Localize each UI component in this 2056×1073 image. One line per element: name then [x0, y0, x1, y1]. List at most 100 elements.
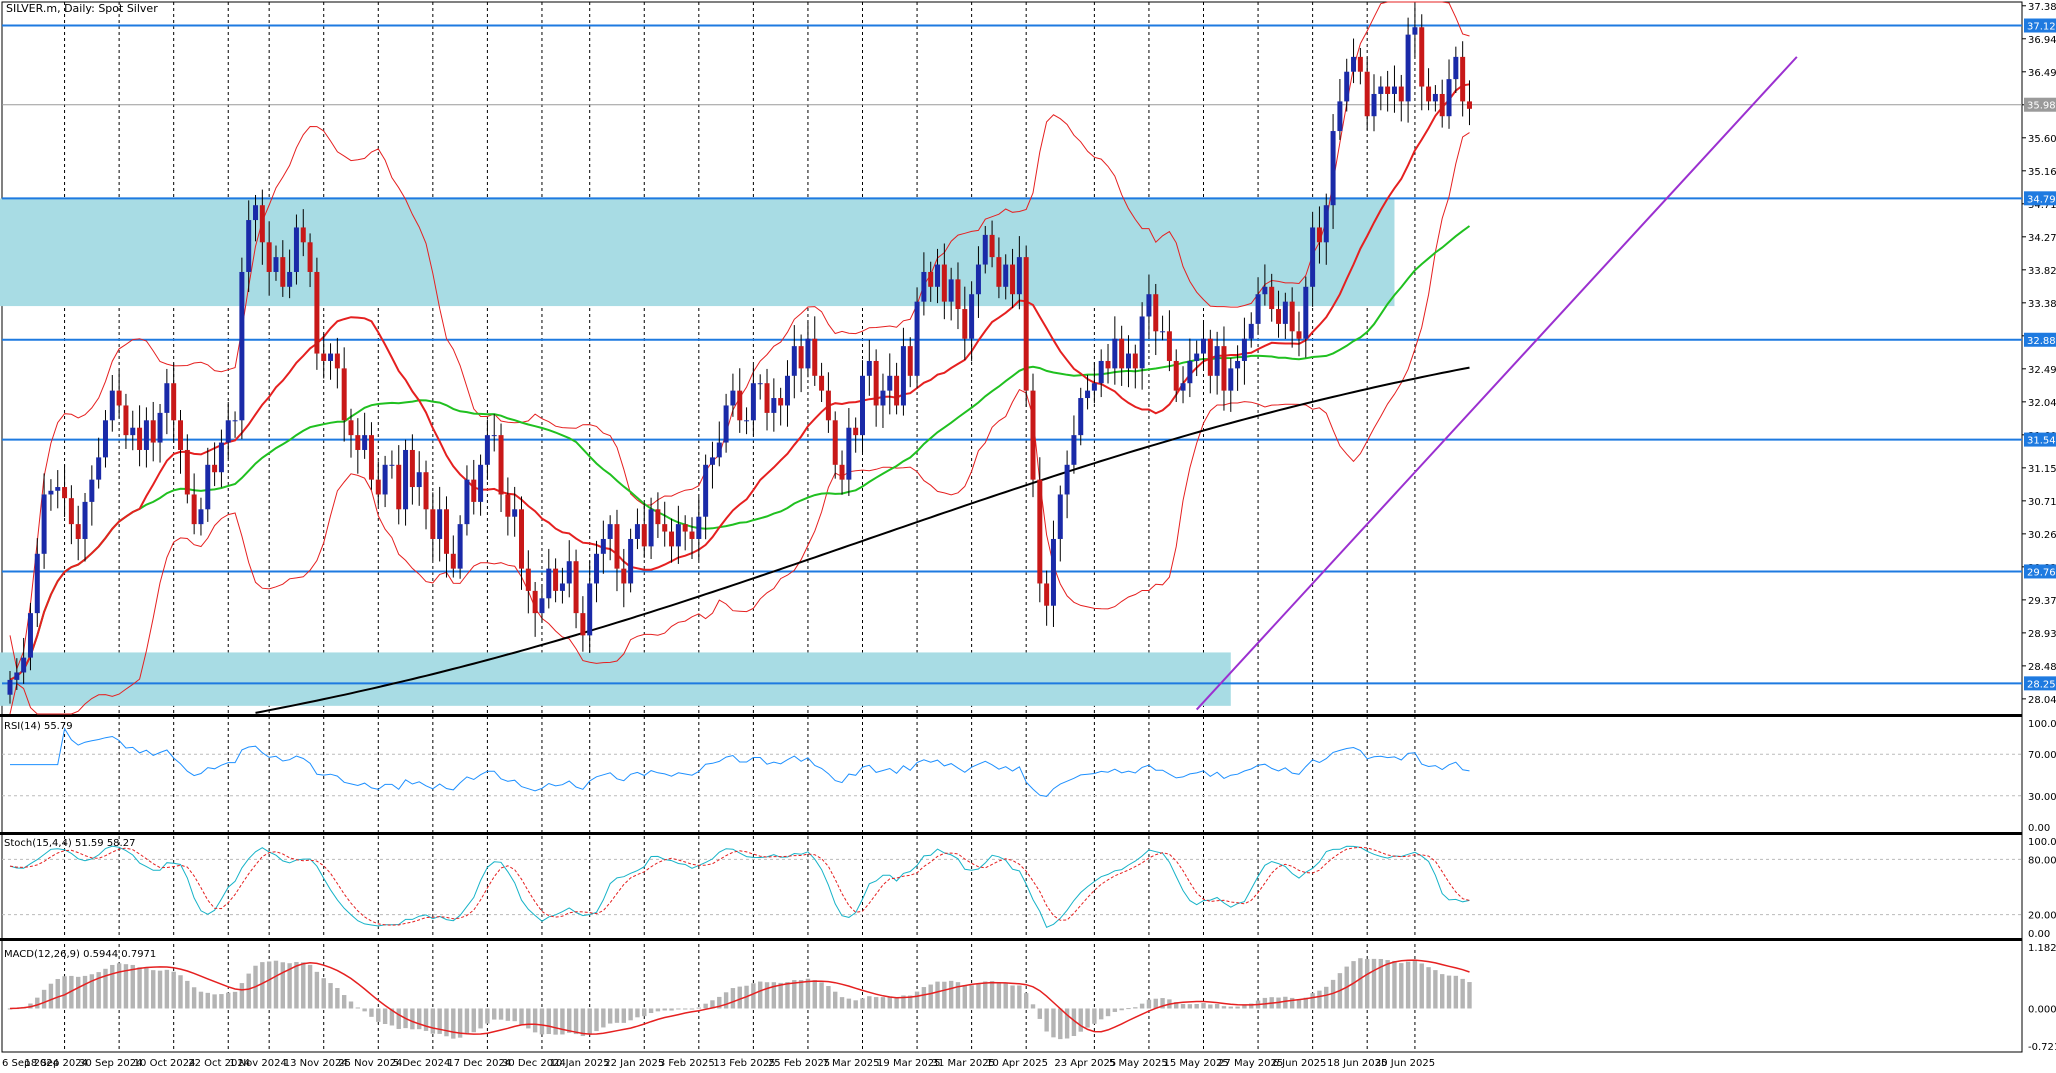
candle-body — [853, 427, 859, 436]
macd-histogram-bar — [471, 1008, 476, 1033]
candle — [130, 410, 136, 451]
candle-body — [253, 205, 259, 221]
macd-histogram-bar — [662, 1008, 667, 1011]
candle-body — [143, 420, 149, 450]
candle-body — [607, 524, 613, 539]
macd-histogram-bar — [894, 997, 899, 1009]
candle — [709, 441, 715, 489]
candle-body — [109, 390, 115, 421]
candle — [341, 347, 347, 442]
macd-panel: 1.1828 0.0000 -0.7218 — [7, 943, 2056, 1053]
candle — [191, 473, 197, 535]
osc-tick-label: 70.00 — [2028, 750, 2056, 761]
candle — [55, 470, 61, 509]
macd-histogram-bar — [1221, 1006, 1227, 1009]
macd-histogram-bar — [396, 1008, 401, 1029]
macd-histogram-bar — [628, 1008, 633, 1021]
macd-histogram-bar — [294, 961, 299, 1009]
candle-body — [860, 375, 865, 436]
macd-histogram-bar — [921, 987, 927, 1009]
macd-histogram-bar — [580, 1008, 586, 1037]
candle-body — [123, 405, 129, 436]
candle — [368, 422, 374, 490]
candle — [532, 581, 538, 637]
trading-chart[interactable]: 37.38936.94436.49936.05435.60935.16434.7… — [0, 0, 2056, 1073]
candle-body — [246, 220, 252, 272]
candle-body — [921, 271, 927, 302]
macd-histogram-bar — [812, 980, 817, 1009]
time-label: 23 Apr 2025 — [1054, 1058, 1116, 1069]
candle — [102, 410, 108, 468]
candle-body — [430, 509, 436, 539]
macd-histogram-bar — [198, 991, 204, 1009]
candle-body — [1201, 338, 1206, 354]
candle-body — [1194, 353, 1200, 361]
macd-histogram-bar — [1030, 1004, 1036, 1009]
macd-histogram-bar — [880, 997, 886, 1009]
candle-body — [471, 479, 477, 502]
time-axis: 6 Sep 202418 Sep 202430 Sep 202410 Oct 2… — [2, 1058, 1435, 1069]
candle — [389, 450, 395, 479]
macd-histogram-bar — [553, 1008, 558, 1035]
candle — [1344, 58, 1350, 112]
candle-body — [89, 479, 95, 502]
macd-histogram-bar — [519, 1008, 524, 1025]
candle-body — [1078, 398, 1084, 436]
candle — [1173, 349, 1179, 403]
macd-histogram-bar — [307, 964, 313, 1009]
candle — [907, 337, 913, 388]
macd-histogram-bar — [1010, 985, 1015, 1009]
candle — [853, 417, 859, 453]
candle-body — [880, 390, 886, 406]
macd-histogram-bar — [246, 973, 251, 1009]
macd-histogram-bar — [758, 981, 763, 1009]
candle-body — [266, 242, 272, 272]
macd-histogram-bar — [130, 964, 135, 1009]
candle — [239, 257, 245, 440]
candle — [1187, 338, 1193, 398]
macd-histogram-bar — [621, 1008, 626, 1023]
osc-tick-label: 0.0000 — [2028, 1004, 2056, 1015]
candle — [96, 437, 102, 489]
macd-histogram-bar — [492, 1008, 497, 1020]
candle — [225, 401, 231, 459]
candle-body — [948, 279, 954, 302]
macd-histogram-bar — [1085, 1008, 1090, 1028]
candle-body — [505, 494, 511, 517]
candle-body — [628, 538, 634, 584]
candle — [832, 411, 838, 479]
candle — [914, 287, 920, 389]
macd-histogram-bar — [792, 980, 797, 1009]
uptrend-line — [1195, 56, 1798, 711]
candle-body — [771, 398, 777, 413]
price-tick-label: 37.389 — [2028, 2, 2056, 13]
candle-body — [716, 442, 722, 458]
candle — [737, 368, 743, 433]
macd-histogram-bar — [451, 1008, 456, 1039]
candle — [1248, 312, 1254, 348]
candle-body — [348, 420, 354, 436]
trendline[interactable] — [1195, 56, 1798, 711]
macd-histogram-bar — [655, 1008, 661, 1012]
macd-histogram-bar — [301, 962, 306, 1009]
macd-histogram-bar — [266, 961, 272, 1009]
candle-body — [1296, 331, 1302, 339]
price-tick-label: 33.384 — [2028, 299, 2056, 310]
bollinger-bands — [9, 1, 1470, 715]
candle-body — [1016, 257, 1022, 295]
osc-tick-label: 80.00 — [2028, 855, 2056, 866]
macd-histogram-bar — [1324, 986, 1329, 1009]
macd-histogram-bar — [341, 995, 347, 1009]
macd-histogram-bar — [935, 981, 940, 1009]
candle-body — [1310, 227, 1316, 287]
candle-body — [1091, 383, 1097, 391]
macd-histogram-bar — [676, 1008, 681, 1010]
candle — [232, 411, 238, 438]
macd-histogram-bar — [1405, 961, 1411, 1009]
candle-body — [198, 509, 204, 525]
price-tick-label: 31.159 — [2028, 464, 2056, 475]
candle — [423, 460, 429, 530]
candle-body — [1432, 93, 1438, 102]
price-tick-label: 36.499 — [2028, 68, 2056, 79]
candle — [1357, 47, 1363, 85]
